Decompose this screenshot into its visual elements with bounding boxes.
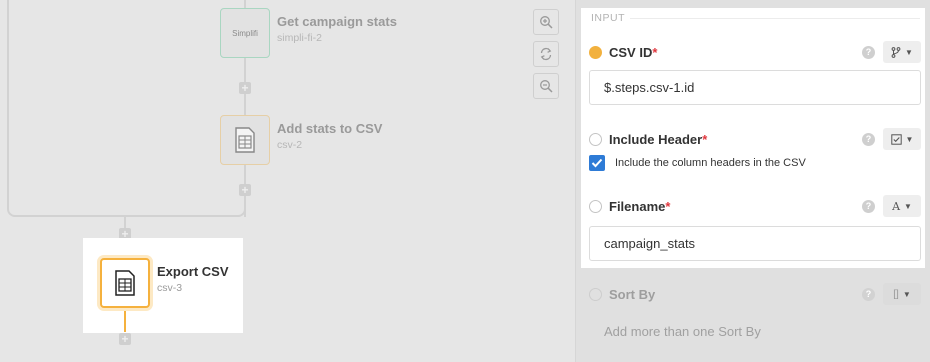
text-type-icon: A — [892, 199, 901, 213]
workflow-step-add-stats-to-csv[interactable]: Add stats to CSV csv-2 — [220, 115, 382, 165]
zoom-in-icon[interactable] — [533, 9, 559, 35]
workflow-canvas[interactable]: + + + Simplifi Get campaign stats simpli… — [0, 0, 575, 362]
step-title: Get campaign stats — [277, 14, 397, 29]
chevron-down-icon: ▼ — [902, 289, 911, 299]
field-label: Include Header* — [609, 131, 708, 147]
field-status-indicator — [589, 287, 602, 301]
help-icon[interactable]: ? — [862, 132, 875, 146]
field-sort-by: Sort By ? [] ▼ — [589, 283, 921, 305]
field-status-indicator — [589, 45, 602, 59]
step-title: Add stats to CSV — [277, 121, 383, 136]
field-include-header: Include Header* ? ▼ — [589, 128, 921, 150]
branch-icon — [891, 46, 901, 58]
help-icon[interactable]: ? — [862, 287, 875, 301]
chevron-down-icon: ▼ — [904, 201, 912, 211]
add-sort-by-link[interactable]: Add more than one Sort By — [604, 324, 761, 339]
reset-view-icon[interactable] — [533, 41, 559, 67]
checkbox-icon — [890, 133, 902, 145]
field-csv-id: CSV ID* ? ▼ — [589, 41, 921, 63]
field-status-indicator — [589, 199, 602, 213]
help-icon[interactable]: ? — [862, 199, 875, 213]
active-connector-line — [124, 306, 126, 332]
field-label: Sort By — [609, 286, 656, 302]
add-step-button[interactable]: + — [119, 333, 131, 345]
include-header-checkbox-row[interactable]: Include the column headers in the CSV — [589, 155, 806, 171]
field-label: CSV ID* — [609, 44, 658, 60]
workflow-step-get-campaign-stats[interactable]: Simplifi Get campaign stats simpli-fi-2 — [220, 8, 397, 58]
help-icon[interactable]: ? — [862, 45, 875, 59]
field-type-selector[interactable]: ▼ — [883, 41, 921, 63]
step-id: csv-3 — [157, 282, 183, 294]
workflow-step-export-csv[interactable]: Export CSV csv-3 — [100, 258, 229, 308]
field-status-indicator — [589, 132, 602, 146]
chevron-down-icon: ▼ — [905, 134, 914, 144]
csv-file-icon — [220, 115, 270, 165]
add-step-button[interactable]: + — [239, 82, 251, 94]
chevron-down-icon: ▼ — [905, 47, 913, 57]
branch-connector — [7, 0, 246, 217]
simplifi-logo-icon: Simplifi — [220, 8, 270, 58]
checkbox-label: Include the column headers in the CSV — [615, 157, 806, 169]
step-id: simpli-fi-2 — [277, 32, 322, 44]
field-type-selector[interactable]: A ▼ — [883, 195, 921, 217]
field-label: Filename* — [609, 198, 671, 214]
field-filename: Filename* ? A ▼ — [589, 195, 921, 217]
zoom-out-icon[interactable] — [533, 73, 559, 99]
add-step-button[interactable]: + — [239, 184, 251, 196]
field-type-selector[interactable]: ▼ — [883, 128, 921, 150]
csv-id-input[interactable]: $.steps.csv-1.id — [589, 70, 921, 105]
array-icon: [] — [893, 288, 899, 300]
include-header-checkbox[interactable] — [589, 155, 605, 171]
step-id: csv-2 — [277, 139, 303, 151]
section-divider — [630, 18, 920, 19]
checkmark-icon — [591, 158, 603, 168]
field-type-selector[interactable]: [] ▼ — [883, 283, 921, 305]
filename-input[interactable]: campaign_stats — [589, 226, 921, 261]
step-title: Export CSV — [157, 264, 229, 279]
csv-file-icon — [100, 258, 150, 308]
section-title: INPUT — [591, 12, 625, 24]
